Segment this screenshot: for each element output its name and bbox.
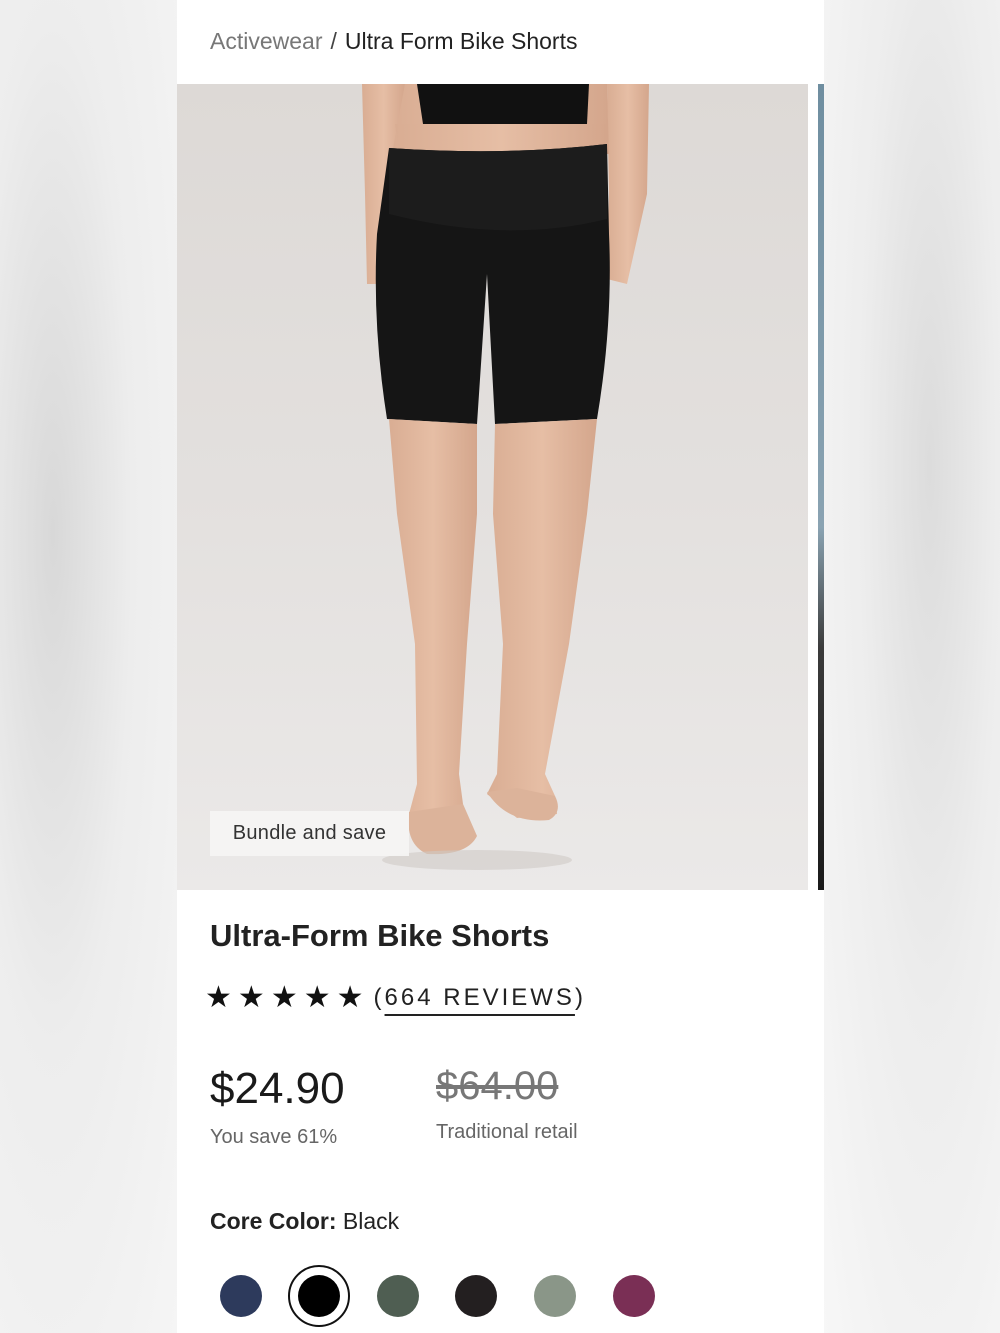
product-title: Ultra-Form Bike Shorts <box>210 918 550 953</box>
color-swatch-navy[interactable] <box>220 1275 262 1317</box>
breadcrumb: Activewear / Ultra Form Bike Shorts <box>210 28 577 55</box>
star-icon: ★ <box>303 981 331 1014</box>
bundle-and-save-badge[interactable]: Bundle and save <box>210 811 409 856</box>
selected-color-name: Black <box>342 1208 400 1234</box>
product-image-gallery[interactable]: Bundle and save <box>177 84 824 890</box>
reviews-paren-close: ) <box>574 984 586 1011</box>
color-swatch-berry[interactable] <box>613 1275 655 1317</box>
color-swatch-black-fill <box>298 1275 340 1317</box>
color-label-prefix: Core Color: <box>210 1208 337 1234</box>
star-icon: ★ <box>205 981 232 1014</box>
product-rating[interactable]: ★ ★ ★ ★ ★ (664 REVIEWS) <box>205 983 586 1013</box>
original-price-block: $64.00 Traditional retail <box>436 1064 578 1144</box>
product-page: Activewear / Ultra Form Bike Shorts Bund… <box>177 0 824 1333</box>
product-photo-illustration <box>362 84 649 870</box>
savings-text: You save 61% <box>210 1126 338 1148</box>
current-price-block: $24.90 You save 61% <box>210 1064 345 1149</box>
star-icon: ★ <box>270 981 298 1014</box>
breadcrumb-separator: / <box>330 28 337 54</box>
color-swatch-forest-green[interactable] <box>377 1275 419 1317</box>
reviews-link[interactable]: (664 REVIEWS) <box>374 984 586 1012</box>
star-icon: ★ <box>237 981 265 1014</box>
product-image[interactable]: Bundle and save <box>177 84 808 890</box>
background-blur-right <box>824 0 1000 1333</box>
star-rating: ★ ★ ★ ★ ★ <box>205 983 364 1013</box>
color-swatch-black[interactable] <box>288 1265 350 1327</box>
current-price: $24.90 <box>210 1064 345 1113</box>
breadcrumb-current: Ultra Form Bike Shorts <box>344 28 578 54</box>
color-selector-label: Core Color: Black <box>210 1208 399 1235</box>
breadcrumb-link-activewear[interactable]: Activewear <box>210 28 322 54</box>
background-blur-left <box>0 0 177 1333</box>
star-icon: ★ <box>336 981 364 1014</box>
next-image-peek[interactable] <box>818 84 824 890</box>
color-swatch-charcoal-black[interactable] <box>455 1275 497 1317</box>
reviews-paren-open: ( <box>373 984 385 1011</box>
color-swatch-sage[interactable] <box>534 1275 576 1317</box>
original-price: $64.00 <box>436 1064 559 1108</box>
reviews-count[interactable]: 664 REVIEWS <box>385 984 575 1011</box>
original-price-label: Traditional retail <box>436 1121 578 1143</box>
